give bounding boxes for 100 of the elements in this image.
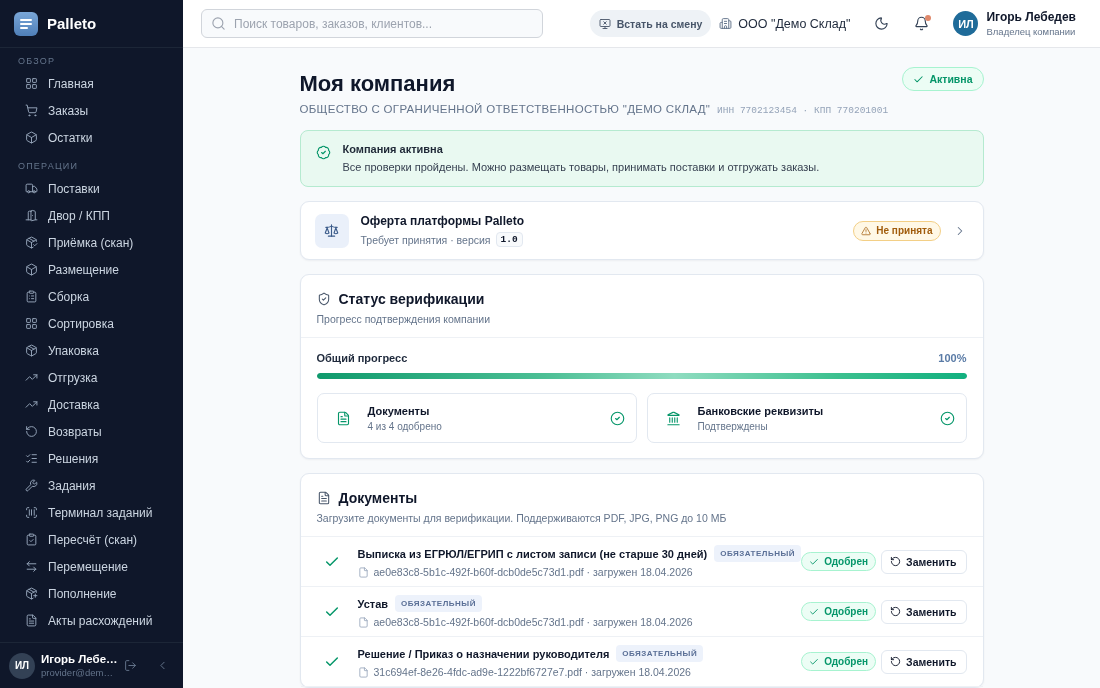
document-title: Решение / Приказ о назначении руководителя (357, 647, 610, 660)
document-title: Выписка из ЕГРЮЛ/ЕГРИП с листом записи (не старше 30 дней) (357, 547, 708, 560)
progress-label: Общий прогресс (316, 352, 408, 364)
monitor-icon (598, 17, 611, 30)
replace-button[interactable]: Заменить (881, 599, 967, 624)
item-title: Банковские реквизиты (697, 404, 825, 417)
wrench-icon (25, 479, 38, 492)
nav-item[interactable]: Решения (8, 445, 175, 472)
offer-card[interactable]: Оферта платформы Palleto Требует принятия · версия 1.0 Не принята (299, 201, 984, 260)
rotate-icon (890, 606, 902, 617)
page-title: Моя компания (299, 70, 456, 98)
document-title: Устав (357, 597, 389, 610)
nav-item[interactable]: Размещение (8, 256, 175, 283)
rotate-icon (25, 425, 38, 438)
building-icon (719, 17, 733, 30)
check-icon (809, 556, 820, 567)
item-title: Документы (367, 404, 431, 417)
nav-item[interactable]: Двор / КПП (8, 202, 175, 229)
company-name[interactable]: ООО "Демо Склад" (738, 16, 851, 31)
brand-name: Palleto (47, 15, 97, 32)
avatar: ИЛ (9, 652, 35, 679)
nav-item[interactable]: Пополнение (8, 580, 175, 607)
badge-check-icon (315, 145, 331, 160)
logout-icon[interactable] (124, 659, 137, 672)
rotate-icon (890, 556, 902, 567)
cube-icon (25, 263, 38, 276)
progress-reading: 100% (938, 352, 967, 364)
truck-icon (25, 182, 38, 195)
nav-item[interactable]: Остатки (8, 124, 175, 151)
replace-button[interactable]: Заменить (881, 549, 967, 574)
scan-frame-icon (25, 506, 38, 519)
file-icon (357, 566, 369, 578)
clipboard-list-icon (25, 290, 38, 303)
approved-badge: Одобрен (801, 602, 877, 621)
nav-item[interactable]: Упаковка (8, 337, 175, 364)
status-badge: Активна (902, 67, 984, 91)
document-icon (335, 410, 351, 426)
shift-button[interactable]: Встать на смену (589, 10, 712, 37)
user-role: Владелец компании (986, 26, 1076, 37)
nav-item[interactable]: Отгрузка (8, 364, 175, 391)
nav-item[interactable]: Задания (8, 472, 175, 499)
user-name: Игорь Лебедев (986, 10, 1076, 24)
moon-icon[interactable] (874, 16, 890, 31)
card-subtitle: Загрузите документы для верификации. Поддерживаются PDF, JPG, PNG до 10 МБ (316, 512, 728, 524)
nav-item[interactable]: Терминал заданий (8, 499, 175, 526)
door-icon (25, 209, 38, 222)
nav-item[interactable]: Возвраты (8, 418, 175, 445)
user-name: Игорь Лебе… (41, 653, 118, 665)
version-code: 1.0 (495, 232, 523, 247)
nav-item[interactable]: Сборка (8, 283, 175, 310)
avatar[interactable]: ИЛ (953, 11, 979, 36)
package-plus-icon (25, 587, 38, 600)
check-icon (809, 606, 820, 617)
bank-icon (665, 410, 681, 426)
swap-arrows-icon (25, 560, 38, 573)
card-title: Документы (338, 490, 418, 506)
file-meta: ae0e83c8-5b1c-492f-b60f-dcb0de5c73d1.pdf · загружен 18.04.2026 (373, 566, 693, 578)
search-icon (211, 16, 226, 31)
card-subtitle: Прогресс подтверждения компании (316, 313, 492, 325)
logo-icon (14, 11, 38, 36)
grid-icon (25, 77, 38, 90)
nav-item[interactable]: Доставка (8, 391, 175, 418)
required-tag: ОБЯЗАТЕЛЬНЫЙ (395, 595, 482, 612)
nav-item[interactable]: Акты расхождений (8, 607, 175, 634)
nav-item[interactable]: Пересчёт (скан) (8, 526, 175, 553)
required-tag: ОБЯЗАТЕЛЬНЫЙ (714, 545, 802, 562)
bell-icon[interactable] (914, 16, 930, 31)
nav-item[interactable]: Сортировка (8, 310, 175, 337)
nav-item[interactable]: Перемещение (8, 553, 175, 580)
nav-item[interactable]: Приёмка (скан) (8, 229, 175, 256)
item-subtitle: Подтверждены (697, 420, 769, 432)
replace-button[interactable]: Заменить (881, 649, 967, 674)
required-tag: ОБЯЗАТЕЛЬНЫЙ (616, 645, 704, 662)
trend-line-icon (25, 398, 38, 411)
checklist-icon (25, 452, 38, 465)
nav-item[interactable]: Поставки (8, 175, 175, 202)
scales-icon (314, 213, 349, 248)
file-icon (357, 616, 369, 628)
warning-badge: Не принята (853, 220, 941, 241)
file-meta: 31c694ef-8e26-4fdc-ad9e-1222bf6727e7.pdf · загружен 18.04.2026 (373, 666, 691, 678)
approved-badge: Одобрен (801, 652, 877, 671)
section-label: ОБЗОР (17, 55, 57, 67)
file-icon (25, 614, 38, 627)
shield-check-icon (316, 292, 331, 306)
search-field[interactable]: Поиск товаров, заказов, клиентов... (201, 9, 543, 38)
nav-item[interactable]: Главная (8, 70, 175, 97)
approved-badge: Одобрен (801, 552, 877, 571)
package-check-icon (25, 236, 38, 249)
rotate-icon (890, 656, 902, 667)
clipboard-check-icon (25, 533, 38, 546)
cart-icon (25, 104, 38, 117)
card-title: Статус верификации (338, 291, 485, 307)
legal-name: ОБЩЕСТВО С ОГРАНИЧЕННОЙ ОТВЕТСТВЕННОСТЬЮ "ДЕМО СКЛАД" (299, 103, 711, 115)
trend-line-icon (25, 371, 38, 384)
check-icon (809, 656, 820, 667)
offer-title: Оферта платформы Palleto (360, 214, 525, 228)
nav-item[interactable]: Заказы (8, 97, 175, 124)
offer-subtitle: Требует принятия · версия (360, 233, 491, 246)
grid-icon (25, 317, 38, 330)
section-label: ОПЕРАЦИИ (17, 160, 80, 172)
